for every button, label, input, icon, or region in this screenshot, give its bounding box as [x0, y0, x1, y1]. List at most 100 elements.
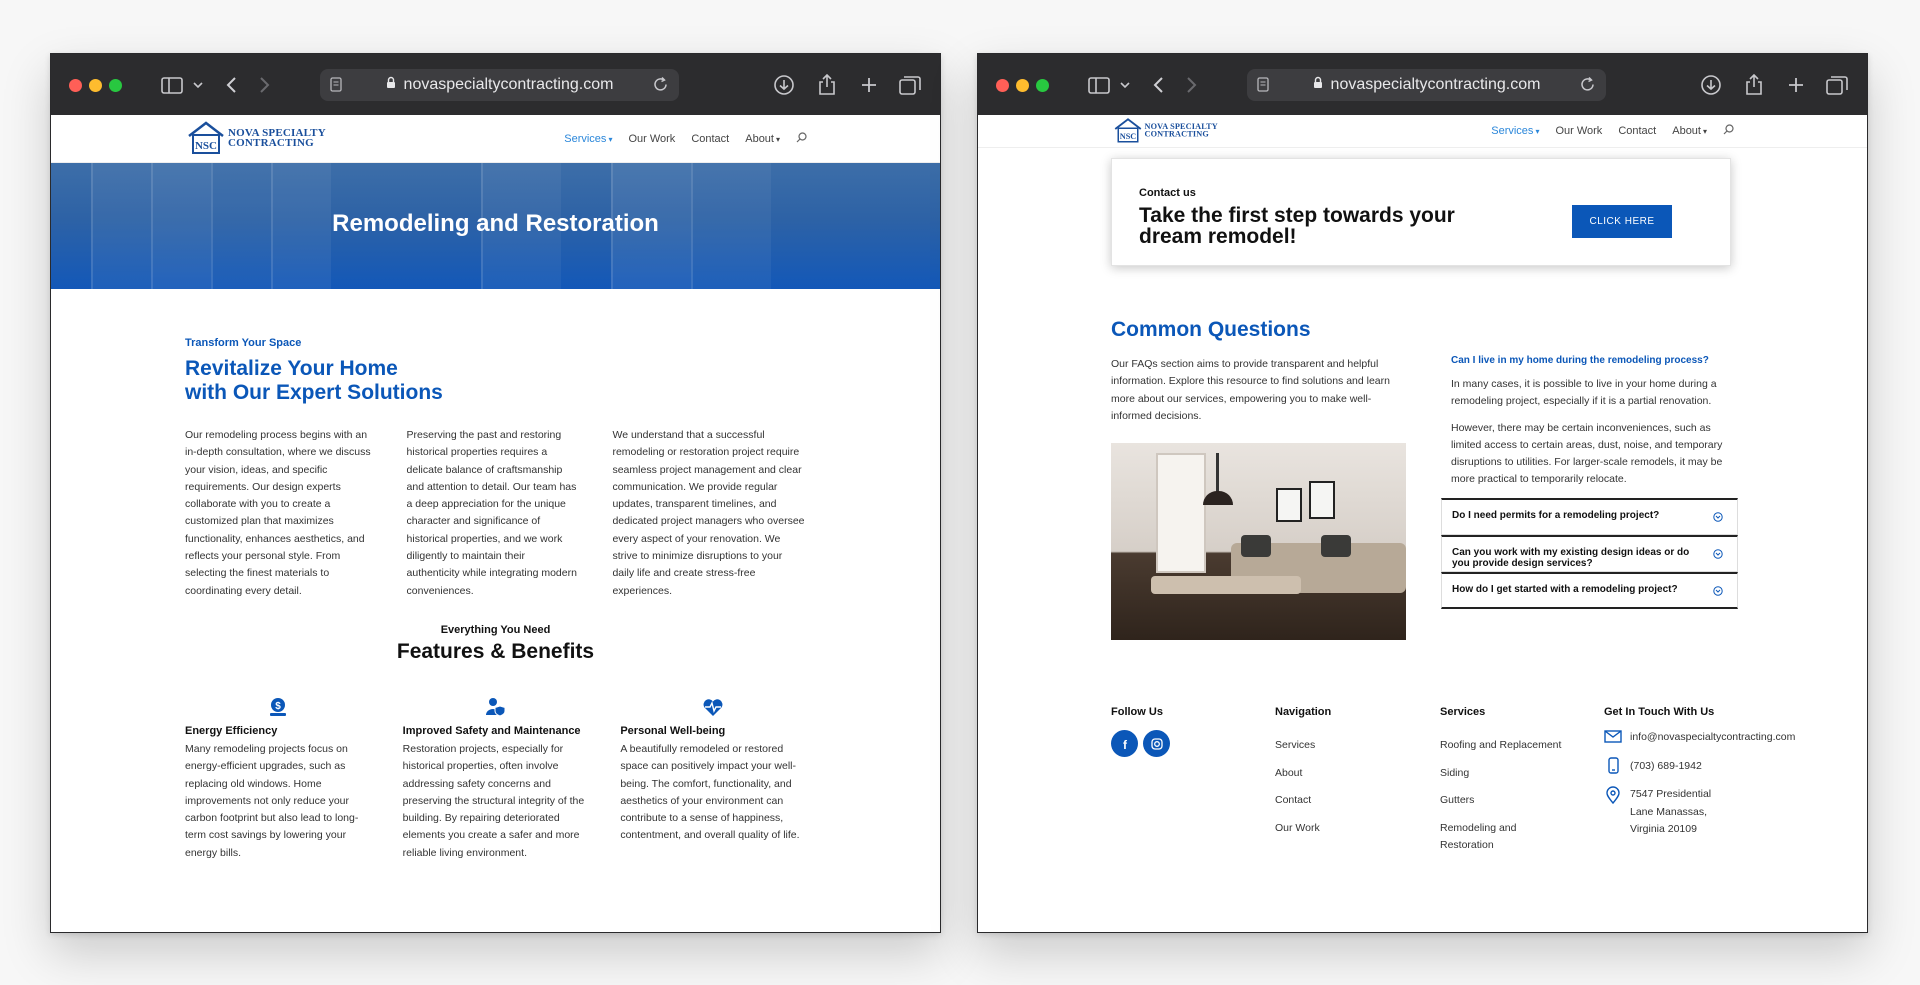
faq-title: Common Questions: [1111, 318, 1311, 341]
chevron-down-icon: ▾: [1535, 127, 1540, 136]
address-bar[interactable]: novaspecialtycontracting.com: [320, 69, 679, 101]
address-bar[interactable]: novaspecialtycontracting.com: [1247, 69, 1606, 101]
sidebar-icon[interactable]: [1085, 71, 1113, 99]
minimize-window-button[interactable]: [1016, 79, 1029, 92]
intro-eyebrow: Transform Your Space: [185, 337, 302, 349]
user-shield-icon: [485, 698, 505, 717]
footer-link-gutters[interactable]: Gutters: [1440, 787, 1570, 815]
living-room-image: [1111, 443, 1406, 641]
chevron-down-icon[interactable]: [184, 71, 212, 99]
footer-follow: Follow Us f: [1111, 706, 1275, 854]
faq-question: Do I need permits for a remodeling proje…: [1452, 509, 1660, 521]
cta-box: Contact us Take the first step towards y…: [1111, 158, 1731, 266]
lock-icon: [386, 76, 396, 94]
nav-our-work[interactable]: Our Work: [1555, 125, 1602, 137]
faq-open-question[interactable]: Can I live in my home during the remodel…: [1441, 355, 1738, 366]
intro-paragraph: Our remodeling process begins with an in…: [185, 429, 371, 597]
new-tab-icon[interactable]: [855, 71, 883, 99]
footer-email[interactable]: info@novaspecialtycontracting.com: [1630, 731, 1795, 743]
feature-text: A beautifully remodeled or restored spac…: [620, 743, 800, 842]
footer-link-contact[interactable]: Contact: [1275, 787, 1440, 815]
nav-about[interactable]: About ▾: [745, 133, 780, 145]
zoom-window-button[interactable]: [1036, 79, 1049, 92]
download-icon[interactable]: [770, 71, 798, 99]
share-icon[interactable]: [1740, 71, 1768, 99]
footer-link-services[interactable]: Services: [1275, 732, 1440, 760]
site-logo[interactable]: NSC NOVA SPECIALTY CONTRACTING: [186, 120, 326, 156]
nav-our-work[interactable]: Our Work: [628, 133, 675, 145]
site-logo[interactable]: NSC NOVA SPECIALTY CONTRACTING: [1113, 117, 1218, 144]
faq-item[interactable]: Do I need permits for a remodeling proje…: [1441, 497, 1738, 535]
intro-paragraph: We understand that a successful remodeli…: [612, 429, 805, 597]
footer-link-roofing[interactable]: Roofing and Replacement: [1440, 732, 1570, 760]
close-window-button[interactable]: [69, 79, 82, 92]
feature-card: Improved Safety and Maintenance Restorat…: [403, 697, 589, 862]
forward-icon[interactable]: [251, 71, 279, 99]
web-page: NSC NOVA SPECIALTY CONTRACTING Services ▾ …: [51, 115, 940, 932]
faq-question: Can you work with my existing design ide…: [1452, 546, 1690, 569]
email-icon: [1604, 730, 1622, 743]
search-icon[interactable]: [1723, 124, 1734, 138]
hero-title: Remodeling and Restoration: [332, 210, 659, 237]
footer-link-remodeling[interactable]: Remodeling and Restoration: [1440, 815, 1570, 854]
faq-intro-column: Common Questions Our FAQs section aims t…: [1111, 318, 1406, 641]
svg-text:$: $: [275, 701, 281, 712]
footer-services: Services Roofing and Replacement Siding …: [1440, 706, 1604, 854]
intro-heading-line-2: with Our Expert Solutions: [185, 381, 443, 404]
faq-intro: Our FAQs section aims to provide transpa…: [1111, 358, 1390, 422]
sidebar-icon[interactable]: [158, 71, 186, 99]
footer-navigation: Navigation Services About Contact Our Wo…: [1275, 706, 1440, 854]
nav-services[interactable]: Services ▾: [1491, 125, 1539, 137]
url-text: novaspecialtycontracting.com: [403, 76, 614, 93]
back-icon[interactable]: [1144, 71, 1172, 99]
footer-services-title: Services: [1440, 706, 1486, 718]
instagram-icon[interactable]: [1143, 730, 1170, 757]
forward-icon[interactable]: [1178, 71, 1206, 99]
close-window-button[interactable]: [996, 79, 1009, 92]
facebook-icon[interactable]: f: [1111, 730, 1138, 757]
chevron-down-icon: ▾: [1702, 127, 1707, 136]
toggle-icon: [1713, 586, 1723, 596]
footer-link-our-work[interactable]: Our Work: [1275, 815, 1440, 843]
faq-item[interactable]: How do I get started with a remodeling p…: [1441, 571, 1738, 609]
zoom-window-button[interactable]: [109, 79, 122, 92]
main-nav: Services ▾ Our Work Contact About ▾: [564, 132, 807, 146]
reload-icon[interactable]: [653, 76, 669, 98]
back-icon[interactable]: [217, 71, 245, 99]
footer-nav-title: Navigation: [1275, 706, 1332, 718]
features-eyebrow: Everything You Need: [440, 624, 551, 636]
browser-toolbar: novaspecialtycontracting.com: [978, 54, 1867, 115]
share-icon[interactable]: [813, 71, 841, 99]
faq-item[interactable]: Can you work with my existing design ide…: [1441, 534, 1738, 572]
browser-window-right: novaspecialtycontracting.com NSC NOVA SP…: [977, 53, 1868, 933]
tab-overview-icon[interactable]: [896, 71, 924, 99]
nav-contact[interactable]: Contact: [1618, 125, 1656, 137]
download-icon[interactable]: [1697, 71, 1725, 99]
search-icon[interactable]: [796, 132, 807, 146]
page-icon: [330, 77, 342, 97]
new-tab-icon[interactable]: [1782, 71, 1810, 99]
reload-icon[interactable]: [1580, 76, 1596, 98]
site-header: NSC NOVA SPECIALTY CONTRACTING Services ▾ …: [978, 115, 1867, 148]
feature-title: Improved Safety and Maintenance: [402, 725, 581, 737]
cta-title: Take the first step towards your dream r…: [1139, 204, 1455, 248]
features-list: $ Energy Efficiency Many remodeling proj…: [185, 697, 806, 862]
chevron-down-icon[interactable]: [1111, 71, 1139, 99]
footer-link-about[interactable]: About: [1275, 760, 1440, 788]
minimize-window-button[interactable]: [89, 79, 102, 92]
logo-initials: NSC: [1120, 132, 1137, 141]
nav-about[interactable]: About ▾: [1672, 125, 1707, 137]
intro-paragraph: Preserving the past and restoring histor…: [406, 429, 577, 597]
tab-overview-icon[interactable]: [1823, 71, 1851, 99]
features-header: Everything You Need Features & Benefits: [185, 624, 806, 664]
nav-contact[interactable]: Contact: [691, 133, 729, 145]
site-footer: Follow Us f Navigation Services About Co…: [1111, 706, 1831, 854]
click-here-button[interactable]: CLICK HERE: [1572, 205, 1672, 238]
nav-services[interactable]: Services ▾: [564, 133, 612, 145]
footer-link-siding[interactable]: Siding: [1440, 760, 1570, 788]
page-icon: [1257, 77, 1269, 97]
house-logo-icon: NSC: [188, 121, 224, 154]
faq-answer: In many cases, it is possible to live in…: [1451, 378, 1717, 408]
browser-toolbar: novaspecialtycontracting.com: [51, 54, 940, 115]
footer-phone[interactable]: (703) 689-1942: [1630, 760, 1702, 772]
